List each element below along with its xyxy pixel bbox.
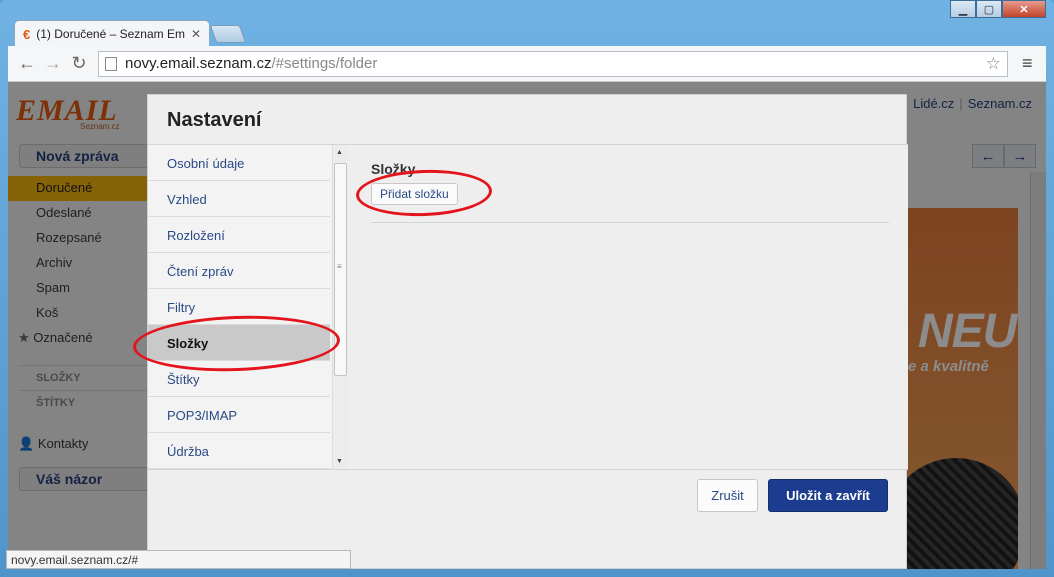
bookmark-star-icon[interactable]: ☆ [986,54,1001,74]
url-host: novy.email.seznam.cz [125,55,272,72]
divider [371,222,889,223]
address-bar[interactable]: novy.email.seznam.cz /#settings/folder ☆ [98,50,1008,77]
dialog-title: Nastavení [167,109,262,131]
browser-tab[interactable]: € (1) Doručené – Seznam Em ✕ [14,20,210,47]
settings-nav-layout[interactable]: Rozložení [148,217,330,253]
minimize-icon[interactable]: ▁ [950,0,976,18]
menu-icon[interactable]: ≡ [1022,53,1033,74]
page-icon [105,56,117,71]
browser-window: ▁ ▢ ✕ € (1) Doručené – Seznam Em ✕ ← → ↻… [0,0,1054,577]
window-controls: ▁ ▢ ✕ [950,0,1046,18]
settings-nav: Osobní údaje Vzhled Rozložení Čtení zprá… [148,145,334,469]
scroll-up-icon[interactable]: ▲ [336,149,343,156]
back-arrow-icon[interactable]: ← [14,51,40,77]
url-path: /#settings/folder [271,55,378,72]
reload-icon[interactable]: ↻ [66,51,92,77]
scroll-down-icon[interactable]: ▼ [336,458,343,465]
save-and-close-button[interactable]: Uložit a zavřít [768,479,888,512]
settings-nav-appearance[interactable]: Vzhled [148,181,330,217]
new-tab-button[interactable] [209,25,247,43]
status-bubble: novy.email.seznam.cz/# [6,550,351,569]
browser-toolbar: ← → ↻ novy.email.seznam.cz /#settings/fo… [8,46,1046,82]
grip-icon: ≡ [337,262,342,271]
tab-close-icon[interactable]: ✕ [191,27,201,41]
cancel-button[interactable]: Zrušit [697,479,758,512]
close-icon[interactable]: ✕ [1002,0,1046,18]
tab-title: (1) Doručené – Seznam Em [36,27,185,41]
forward-arrow-icon[interactable]: → [40,51,66,77]
settings-nav-pop3-imap[interactable]: POP3/IMAP [148,397,330,433]
settings-nav-maintenance[interactable]: Údržba [148,433,330,469]
settings-nav-personal[interactable]: Osobní údaje [148,145,330,181]
seznam-favicon-icon: € [23,26,31,42]
divider [148,469,908,470]
settings-nav-scrollbar[interactable]: ▲ ≡ ▼ [332,145,348,469]
maximize-icon[interactable]: ▢ [976,0,1002,18]
settings-nav-reading[interactable]: Čtení zpráv [148,253,330,289]
